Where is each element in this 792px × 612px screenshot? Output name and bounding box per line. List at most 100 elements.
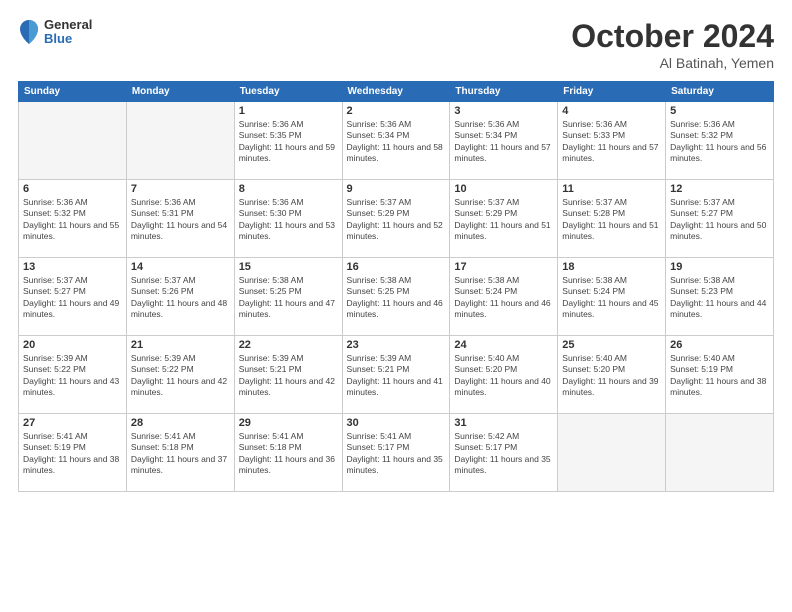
day-number: 9: [347, 183, 446, 195]
day-info: Sunrise: 5:40 AM Sunset: 5:20 PM Dayligh…: [454, 353, 553, 399]
title-location: Al Batinah, Yemen: [571, 55, 774, 71]
calendar-table: Sunday Monday Tuesday Wednesday Thursday…: [18, 81, 774, 492]
table-row: 10 Sunrise: 5:37 AM Sunset: 5:29 PM Dayli…: [450, 180, 558, 258]
table-row: 13 Sunrise: 5:37 AM Sunset: 5:27 PM Dayli…: [19, 258, 127, 336]
day-number: 17: [454, 261, 553, 273]
day-number: 13: [23, 261, 122, 273]
day-info: Sunrise: 5:39 AM Sunset: 5:22 PM Dayligh…: [131, 353, 230, 399]
day-info: Sunrise: 5:38 AM Sunset: 5:24 PM Dayligh…: [454, 275, 553, 321]
day-number: 8: [239, 183, 338, 195]
day-info: Sunrise: 5:36 AM Sunset: 5:32 PM Dayligh…: [670, 119, 769, 165]
day-number: 19: [670, 261, 769, 273]
table-row: 1 Sunrise: 5:36 AM Sunset: 5:35 PM Daylig…: [234, 102, 342, 180]
title-month: October 2024: [571, 18, 774, 55]
table-row: 7Sunrise: 5:36 AM Sunset: 5:31 PM Daylig…: [126, 180, 234, 258]
table-row: 9 Sunrise: 5:37 AM Sunset: 5:29 PM Daylig…: [342, 180, 450, 258]
table-row: 28Sunrise: 5:41 AM Sunset: 5:18 PM Dayli…: [126, 414, 234, 492]
table-row: 25Sunrise: 5:40 AM Sunset: 5:20 PM Dayli…: [558, 336, 666, 414]
col-thursday: Thursday: [450, 82, 558, 102]
table-row: 27 Sunrise: 5:41 AM Sunset: 5:19 PM Dayli…: [19, 414, 127, 492]
table-row: 12Sunrise: 5:37 AM Sunset: 5:27 PM Dayli…: [666, 180, 774, 258]
table-row: 29 Sunrise: 5:41 AM Sunset: 5:18 PM Dayli…: [234, 414, 342, 492]
calendar-week-row: 6 Sunrise: 5:36 AM Sunset: 5:32 PM Daylig…: [19, 180, 774, 258]
table-row: 23 Sunrise: 5:39 AM Sunset: 5:21 PM Dayli…: [342, 336, 450, 414]
col-friday: Friday: [558, 82, 666, 102]
day-number: 27: [23, 417, 122, 429]
table-row: 17 Sunrise: 5:38 AM Sunset: 5:24 PM Dayli…: [450, 258, 558, 336]
table-row: 5 Sunrise: 5:36 AM Sunset: 5:32 PM Daylig…: [666, 102, 774, 180]
col-monday: Monday: [126, 82, 234, 102]
table-row: 15 Sunrise: 5:38 AM Sunset: 5:25 PM Dayli…: [234, 258, 342, 336]
day-info: Sunrise: 5:39 AM Sunset: 5:21 PM Dayligh…: [239, 353, 338, 399]
day-info: Sunrise: 5:37 AM Sunset: 5:27 PM Dayligh…: [23, 275, 122, 321]
table-row: [126, 102, 234, 180]
day-info: Sunrise: 5:37 AM Sunset: 5:29 PM Dayligh…: [347, 197, 446, 243]
header: General Blue October 2024 Al Batinah, Ye…: [18, 18, 774, 71]
day-info: Sunrise: 5:39 AM Sunset: 5:21 PM Dayligh…: [347, 353, 446, 399]
table-row: 2 Sunrise: 5:36 AM Sunset: 5:34 PM Daylig…: [342, 102, 450, 180]
table-row: 14 Sunrise: 5:37 AM Sunset: 5:26 PM Dayli…: [126, 258, 234, 336]
day-info: Sunrise: 5:36 AM Sunset: 5:35 PM Dayligh…: [239, 119, 338, 165]
table-row: [666, 414, 774, 492]
day-number: 6: [23, 183, 122, 195]
table-row: 30Sunrise: 5:41 AM Sunset: 5:17 PM Dayli…: [342, 414, 450, 492]
day-number: 1: [239, 105, 338, 117]
day-info: Sunrise: 5:37 AM Sunset: 5:26 PM Dayligh…: [131, 275, 230, 321]
day-info: Sunrise: 5:37 AM Sunset: 5:28 PM Dayligh…: [562, 197, 661, 243]
day-number: 2: [347, 105, 446, 117]
table-row: 31Sunrise: 5:42 AM Sunset: 5:17 PM Dayli…: [450, 414, 558, 492]
day-info: Sunrise: 5:38 AM Sunset: 5:24 PM Dayligh…: [562, 275, 661, 321]
day-number: 4: [562, 105, 661, 117]
day-number: 3: [454, 105, 553, 117]
day-info: Sunrise: 5:36 AM Sunset: 5:32 PM Dayligh…: [23, 197, 122, 243]
day-info: Sunrise: 5:37 AM Sunset: 5:29 PM Dayligh…: [454, 197, 553, 243]
day-info: Sunrise: 5:36 AM Sunset: 5:33 PM Dayligh…: [562, 119, 661, 165]
calendar-week-row: 1 Sunrise: 5:36 AM Sunset: 5:35 PM Daylig…: [19, 102, 774, 180]
table-row: 11 Sunrise: 5:37 AM Sunset: 5:28 PM Dayli…: [558, 180, 666, 258]
col-tuesday: Tuesday: [234, 82, 342, 102]
day-number: 22: [239, 339, 338, 351]
day-number: 5: [670, 105, 769, 117]
table-row: 8 Sunrise: 5:36 AM Sunset: 5:30 PM Daylig…: [234, 180, 342, 258]
day-number: 24: [454, 339, 553, 351]
table-row: 16Sunrise: 5:38 AM Sunset: 5:25 PM Dayli…: [342, 258, 450, 336]
col-sunday: Sunday: [19, 82, 127, 102]
table-row: 3Sunrise: 5:36 AM Sunset: 5:34 PM Daylig…: [450, 102, 558, 180]
day-info: Sunrise: 5:38 AM Sunset: 5:25 PM Dayligh…: [239, 275, 338, 321]
table-row: [19, 102, 127, 180]
logo-general: General: [44, 18, 92, 32]
day-number: 10: [454, 183, 553, 195]
calendar-header-row: Sunday Monday Tuesday Wednesday Thursday…: [19, 82, 774, 102]
day-info: Sunrise: 5:41 AM Sunset: 5:18 PM Dayligh…: [239, 431, 338, 477]
day-info: Sunrise: 5:41 AM Sunset: 5:18 PM Dayligh…: [131, 431, 230, 477]
table-row: 22 Sunrise: 5:39 AM Sunset: 5:21 PM Dayli…: [234, 336, 342, 414]
day-number: 23: [347, 339, 446, 351]
day-info: Sunrise: 5:38 AM Sunset: 5:25 PM Dayligh…: [347, 275, 446, 321]
logo: General Blue: [18, 18, 92, 47]
day-number: 26: [670, 339, 769, 351]
day-info: Sunrise: 5:42 AM Sunset: 5:17 PM Dayligh…: [454, 431, 553, 477]
table-row: [558, 414, 666, 492]
table-row: 24 Sunrise: 5:40 AM Sunset: 5:20 PM Dayli…: [450, 336, 558, 414]
calendar-week-row: 20Sunrise: 5:39 AM Sunset: 5:22 PM Dayli…: [19, 336, 774, 414]
logo-blue: Blue: [44, 32, 92, 46]
table-row: 26 Sunrise: 5:40 AM Sunset: 5:19 PM Dayli…: [666, 336, 774, 414]
calendar-week-row: 27 Sunrise: 5:41 AM Sunset: 5:19 PM Dayli…: [19, 414, 774, 492]
day-number: 12: [670, 183, 769, 195]
day-info: Sunrise: 5:36 AM Sunset: 5:30 PM Dayligh…: [239, 197, 338, 243]
day-info: Sunrise: 5:41 AM Sunset: 5:19 PM Dayligh…: [23, 431, 122, 477]
day-number: 14: [131, 261, 230, 273]
title-block: October 2024 Al Batinah, Yemen: [571, 18, 774, 71]
day-info: Sunrise: 5:40 AM Sunset: 5:19 PM Dayligh…: [670, 353, 769, 399]
day-number: 18: [562, 261, 661, 273]
day-number: 15: [239, 261, 338, 273]
page: General Blue October 2024 Al Batinah, Ye…: [0, 0, 792, 612]
day-info: Sunrise: 5:40 AM Sunset: 5:20 PM Dayligh…: [562, 353, 661, 399]
day-number: 29: [239, 417, 338, 429]
table-row: 20Sunrise: 5:39 AM Sunset: 5:22 PM Dayli…: [19, 336, 127, 414]
calendar-week-row: 13 Sunrise: 5:37 AM Sunset: 5:27 PM Dayli…: [19, 258, 774, 336]
day-number: 30: [347, 417, 446, 429]
day-number: 11: [562, 183, 661, 195]
day-info: Sunrise: 5:36 AM Sunset: 5:34 PM Dayligh…: [347, 119, 446, 165]
table-row: 6 Sunrise: 5:36 AM Sunset: 5:32 PM Daylig…: [19, 180, 127, 258]
